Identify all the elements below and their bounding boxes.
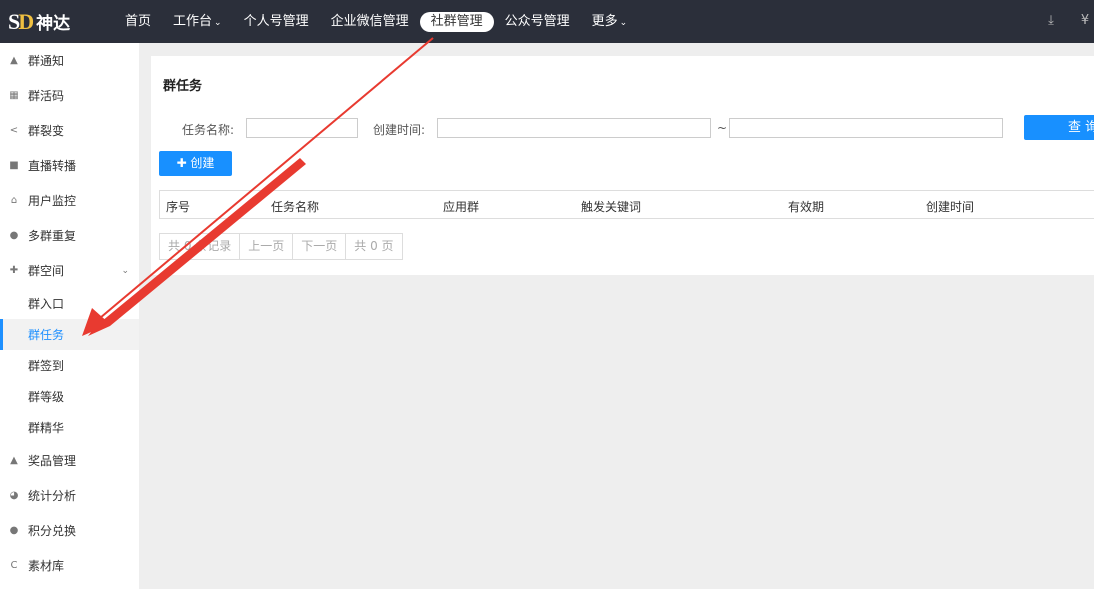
nav-item-wecom[interactable]: 企业微信管理 — [320, 12, 420, 32]
nav-item-community[interactable]: 社群管理 — [419, 11, 494, 32]
chevron-down-icon: ⌄ — [121, 265, 129, 276]
column-header-index[interactable]: 序号 — [166, 198, 190, 215]
created-start-input[interactable] — [437, 118, 711, 138]
qrcode-icon: ▦ — [9, 90, 19, 101]
main-panel: 群任务 任务名称: 创建时间: ~ 查 询 ✚ 创建 序号 任务名称 应用群 触… — [151, 56, 1094, 275]
date-range-separator: ~ — [717, 121, 728, 135]
sidebar-item-prize-management[interactable]: ▲ 奖品管理 — [0, 443, 139, 478]
sidebar-subitem-group-level[interactable]: 群等级 — [0, 381, 139, 412]
column-header-groups[interactable]: 应用群 — [443, 198, 479, 215]
home-icon: ⌂ — [10, 195, 18, 206]
pagination: 共 0 条记录 上一页 下一页 共 0 页 — [159, 233, 403, 260]
sidebar-subitem-group-checkin[interactable]: 群签到 — [0, 350, 139, 381]
column-header-validity[interactable]: 有效期 — [788, 198, 824, 215]
task-name-label: 任务名称: — [182, 123, 235, 137]
bell-icon: ▲ — [10, 55, 18, 66]
top-right-tools: ⤓ ¥ — [1026, 12, 1094, 30]
sidebar-item-points-exchange[interactable]: ● 积分兑换 — [0, 513, 139, 548]
prev-page-button[interactable]: 上一页 — [240, 234, 294, 259]
users-icon: ● — [9, 525, 19, 536]
share-icon: < — [9, 125, 19, 136]
thumbs-up-icon: ▲ — [10, 455, 18, 466]
logo-mark: SD — [8, 8, 34, 34]
yen-icon[interactable]: ¥ — [1076, 12, 1094, 30]
sidebar-item-live-relay[interactable]: ■ 直播转播 — [0, 148, 139, 183]
puzzle-icon: ✚ — [9, 265, 19, 276]
sidebar-item-multi-group-duplicate[interactable]: ● 多群重复 — [0, 218, 139, 253]
brand-name: 神达 — [36, 14, 71, 34]
download-icon[interactable]: ⤓ — [1042, 12, 1060, 30]
brand-logo[interactable]: SD 神达 — [8, 9, 100, 35]
record-count: 共 0 条记录 — [160, 234, 241, 259]
sidebar-item-statistics[interactable]: ◕ 统计分析 — [0, 478, 139, 513]
sidebar-subitem-group-highlights[interactable]: 群精华 — [0, 412, 139, 443]
refresh-icon: C — [10, 560, 18, 571]
nav-item-home[interactable]: 首页 — [114, 12, 162, 32]
nav-item-personal-account[interactable]: 个人号管理 — [233, 12, 320, 32]
chevron-down-icon: ⌄ — [619, 17, 628, 28]
video-icon: ■ — [9, 160, 19, 171]
table-header: 序号 任务名称 应用群 触发关键词 有效期 创建时间 — [159, 190, 1094, 219]
column-header-keywords[interactable]: 触发关键词 — [581, 198, 641, 215]
next-page-button[interactable]: 下一页 — [293, 234, 347, 259]
sidebar-item-group-qrcode[interactable]: ▦ 群活码 — [0, 78, 139, 113]
users-icon: ● — [9, 230, 19, 241]
sidebar-subitem-group-task[interactable]: 群任务 — [0, 319, 139, 350]
created-time-label: 创建时间: — [373, 123, 426, 137]
sidebar-item-material-library[interactable]: C 素材库 — [0, 548, 139, 583]
sidebar-item-group-space[interactable]: ✚ 群空间 ⌄ — [0, 253, 139, 288]
nav-item-more[interactable]: 更多 ⌄ — [581, 12, 639, 32]
sidebar-subitem-group-entry[interactable]: 群入口 — [0, 288, 139, 319]
nav-item-workbench[interactable]: 工作台 ⌄ — [162, 12, 233, 32]
created-end-input[interactable] — [729, 118, 1003, 138]
create-button[interactable]: ✚ 创建 — [159, 151, 232, 176]
column-header-created-time[interactable]: 创建时间 — [926, 198, 974, 215]
chevron-down-icon: ⌄ — [214, 17, 222, 28]
nav-item-official-account[interactable]: 公众号管理 — [494, 12, 581, 32]
sidebar: ▲ 群通知 ▦ 群活码 < 群裂变 ■ 直播转播 ⌂ 用户监控 ● 多群重复 ✚ 群空间 ⌄ 群… — [0, 43, 139, 589]
sidebar-item-group-fission[interactable]: < 群裂变 — [0, 113, 139, 148]
sidebar-item-group-notice[interactable]: ▲ 群通知 — [0, 43, 139, 78]
page-count: 共 0 页 — [354, 239, 394, 253]
sidebar-item-user-monitor[interactable]: ⌂ 用户监控 — [0, 183, 139, 218]
column-header-task-name[interactable]: 任务名称 — [271, 198, 319, 215]
main-nav: 首页 工作台 ⌄ 个人号管理 企业微信管理 社群管理 公众号管理 更多 ⌄ — [114, 11, 639, 32]
task-name-input[interactable] — [246, 118, 358, 138]
page-title: 群任务 — [163, 79, 203, 94]
search-button[interactable]: 查 询 — [1024, 115, 1094, 140]
top-nav-bar: SD 神达 首页 工作台 ⌄ 个人号管理 企业微信管理 社群管理 公众号管理 更多… — [0, 0, 1094, 43]
pie-chart-icon: ◕ — [9, 490, 19, 501]
